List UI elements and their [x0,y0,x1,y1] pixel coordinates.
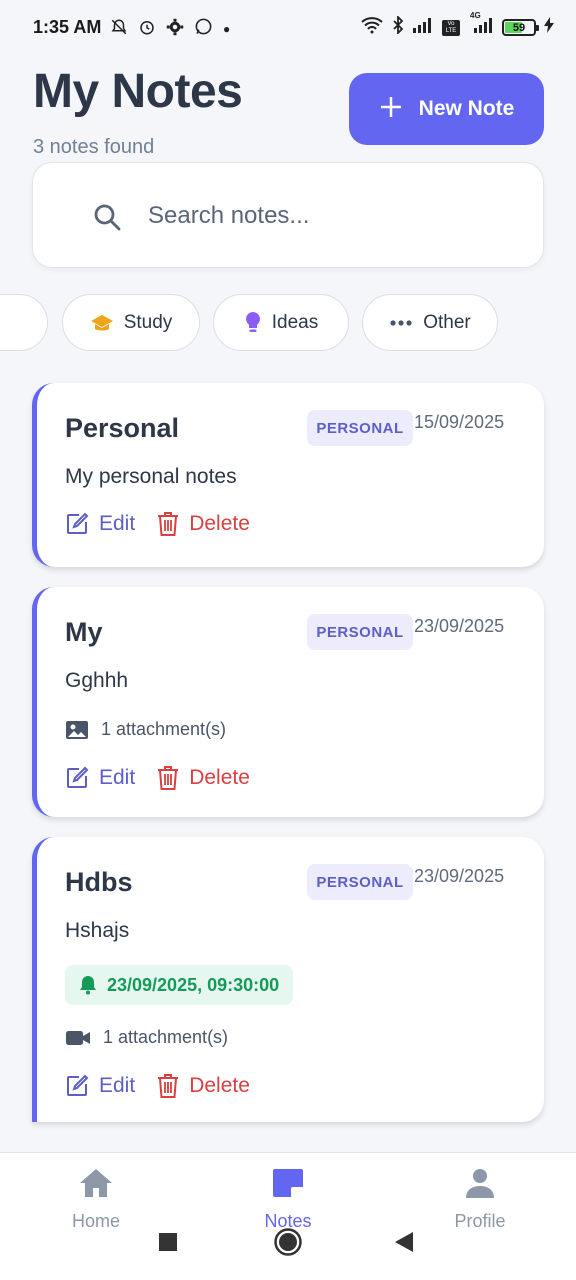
status-right-icons: Vo LTE 4G 59 [360,11,554,39]
note-actions: Edit Delete [65,511,250,537]
attachment-count: 1 attachment(s) [103,1027,229,1047]
category-chip-other[interactable]: Other [362,294,498,351]
note-date: 15/09/2025 [414,412,505,432]
network-type: 4G [470,11,481,20]
edit-icon [67,512,89,534]
status-bar: 1:35 AM ● Vo LTE 4G 59 [0,0,576,56]
category-label: Ideas [271,311,319,333]
bluetooth-icon [392,14,404,39]
note-actions: Edit Delete [65,765,250,791]
reminder-badge: 23/09/2025, 09:30:00 [65,965,294,1005]
home-button[interactable] [273,1227,303,1257]
edit-label: Edit [99,512,136,535]
alarm-icon [138,18,156,41]
trash-icon [158,1074,179,1098]
status-time: 1:35 AM [33,17,102,37]
attachment-info: 1 attachment(s) [65,1027,228,1048]
note-title: Personal [65,413,180,443]
edit-label: Edit [99,1074,136,1097]
plus-icon [379,93,403,123]
trash-icon [158,512,179,536]
note-content: Hshajs [65,919,130,942]
dot-icon: ● [223,22,231,36]
category-chip-study[interactable]: Study [62,294,200,351]
graduation-cap-icon [90,314,113,330]
category-label: Other [423,311,471,333]
search-input[interactable] [148,193,528,239]
note-content: Gghhh [65,669,129,692]
image-icon [66,720,88,739]
delete-label: Delete [189,1074,250,1097]
edit-button[interactable]: Edit [65,512,135,536]
bell-icon [80,976,96,995]
category-chip-hidden[interactable] [0,294,48,351]
system-navigation [0,1222,576,1280]
note-card[interactable]: Personal PERSONAL 15/09/2025 My personal… [32,383,544,567]
lightbulb-icon [245,311,260,332]
new-note-button[interactable]: New Note [349,73,544,145]
delete-label: Delete [189,512,250,535]
note-actions: Edit Delete [65,1073,250,1099]
signal-4g-icon: 4G [468,11,494,38]
notes-count: 3 notes found [33,136,155,158]
battery-icon: 59 [502,19,539,36]
note-card[interactable]: Hdbs PERSONAL 23/09/2025 Hshajs 23/09/20… [32,837,544,1122]
notes-screen: 1:35 AM ● Vo LTE 4G 59 My Notes 3 notes … [0,0,576,1280]
note-title: Hdbs [65,867,133,897]
note-date: 23/09/2025 [414,866,505,886]
battery-level: 59 [512,21,526,34]
note-title: My [65,617,103,647]
mute-icon [110,18,128,41]
whatsapp-icon [194,17,213,41]
delete-button[interactable]: Delete [157,1073,250,1099]
category-badge: PERSONAL [307,410,413,446]
note-content: My personal notes [65,465,237,488]
new-note-label: New Note [418,97,515,120]
attachment-info: 1 attachment(s) [65,719,226,740]
category-chip-ideas[interactable]: Ideas [213,294,349,351]
back-button[interactable] [394,1231,414,1253]
home-icon [80,1169,112,1197]
signal-icon [412,17,434,38]
reminder-time: 23/09/2025, 09:30:00 [107,974,280,995]
search-box[interactable] [32,162,544,268]
profile-icon [466,1169,494,1198]
status-left-icons: ● [110,17,230,41]
edit-button[interactable]: Edit [65,766,135,790]
notes-icon [273,1169,303,1197]
charging-icon [544,17,554,38]
page-title: My Notes [33,65,243,118]
search-icon [94,204,121,231]
video-icon [66,1030,90,1045]
category-label: Study [123,311,173,333]
delete-label: Delete [189,766,250,789]
edit-icon [67,766,89,788]
recents-button[interactable] [158,1232,178,1252]
attachment-count: 1 attachment(s) [101,719,227,739]
note-date: 23/09/2025 [414,616,505,636]
edit-icon [67,1074,89,1096]
category-badge: PERSONAL [307,614,413,650]
delete-button[interactable]: Delete [157,765,250,791]
edit-button[interactable]: Edit [65,1074,135,1098]
category-badge: PERSONAL [307,864,413,900]
gear-icon [166,18,184,41]
volte-icon: Vo LTE [442,19,460,36]
wifi-icon [360,16,384,39]
more-icon [390,319,412,326]
edit-label: Edit [99,766,136,789]
delete-button[interactable]: Delete [157,511,250,537]
category-chips: Study Ideas Other [0,294,576,352]
trash-icon [158,766,179,790]
note-card[interactable]: My PERSONAL 23/09/2025 Gghhh 1 attachmen… [32,587,544,817]
